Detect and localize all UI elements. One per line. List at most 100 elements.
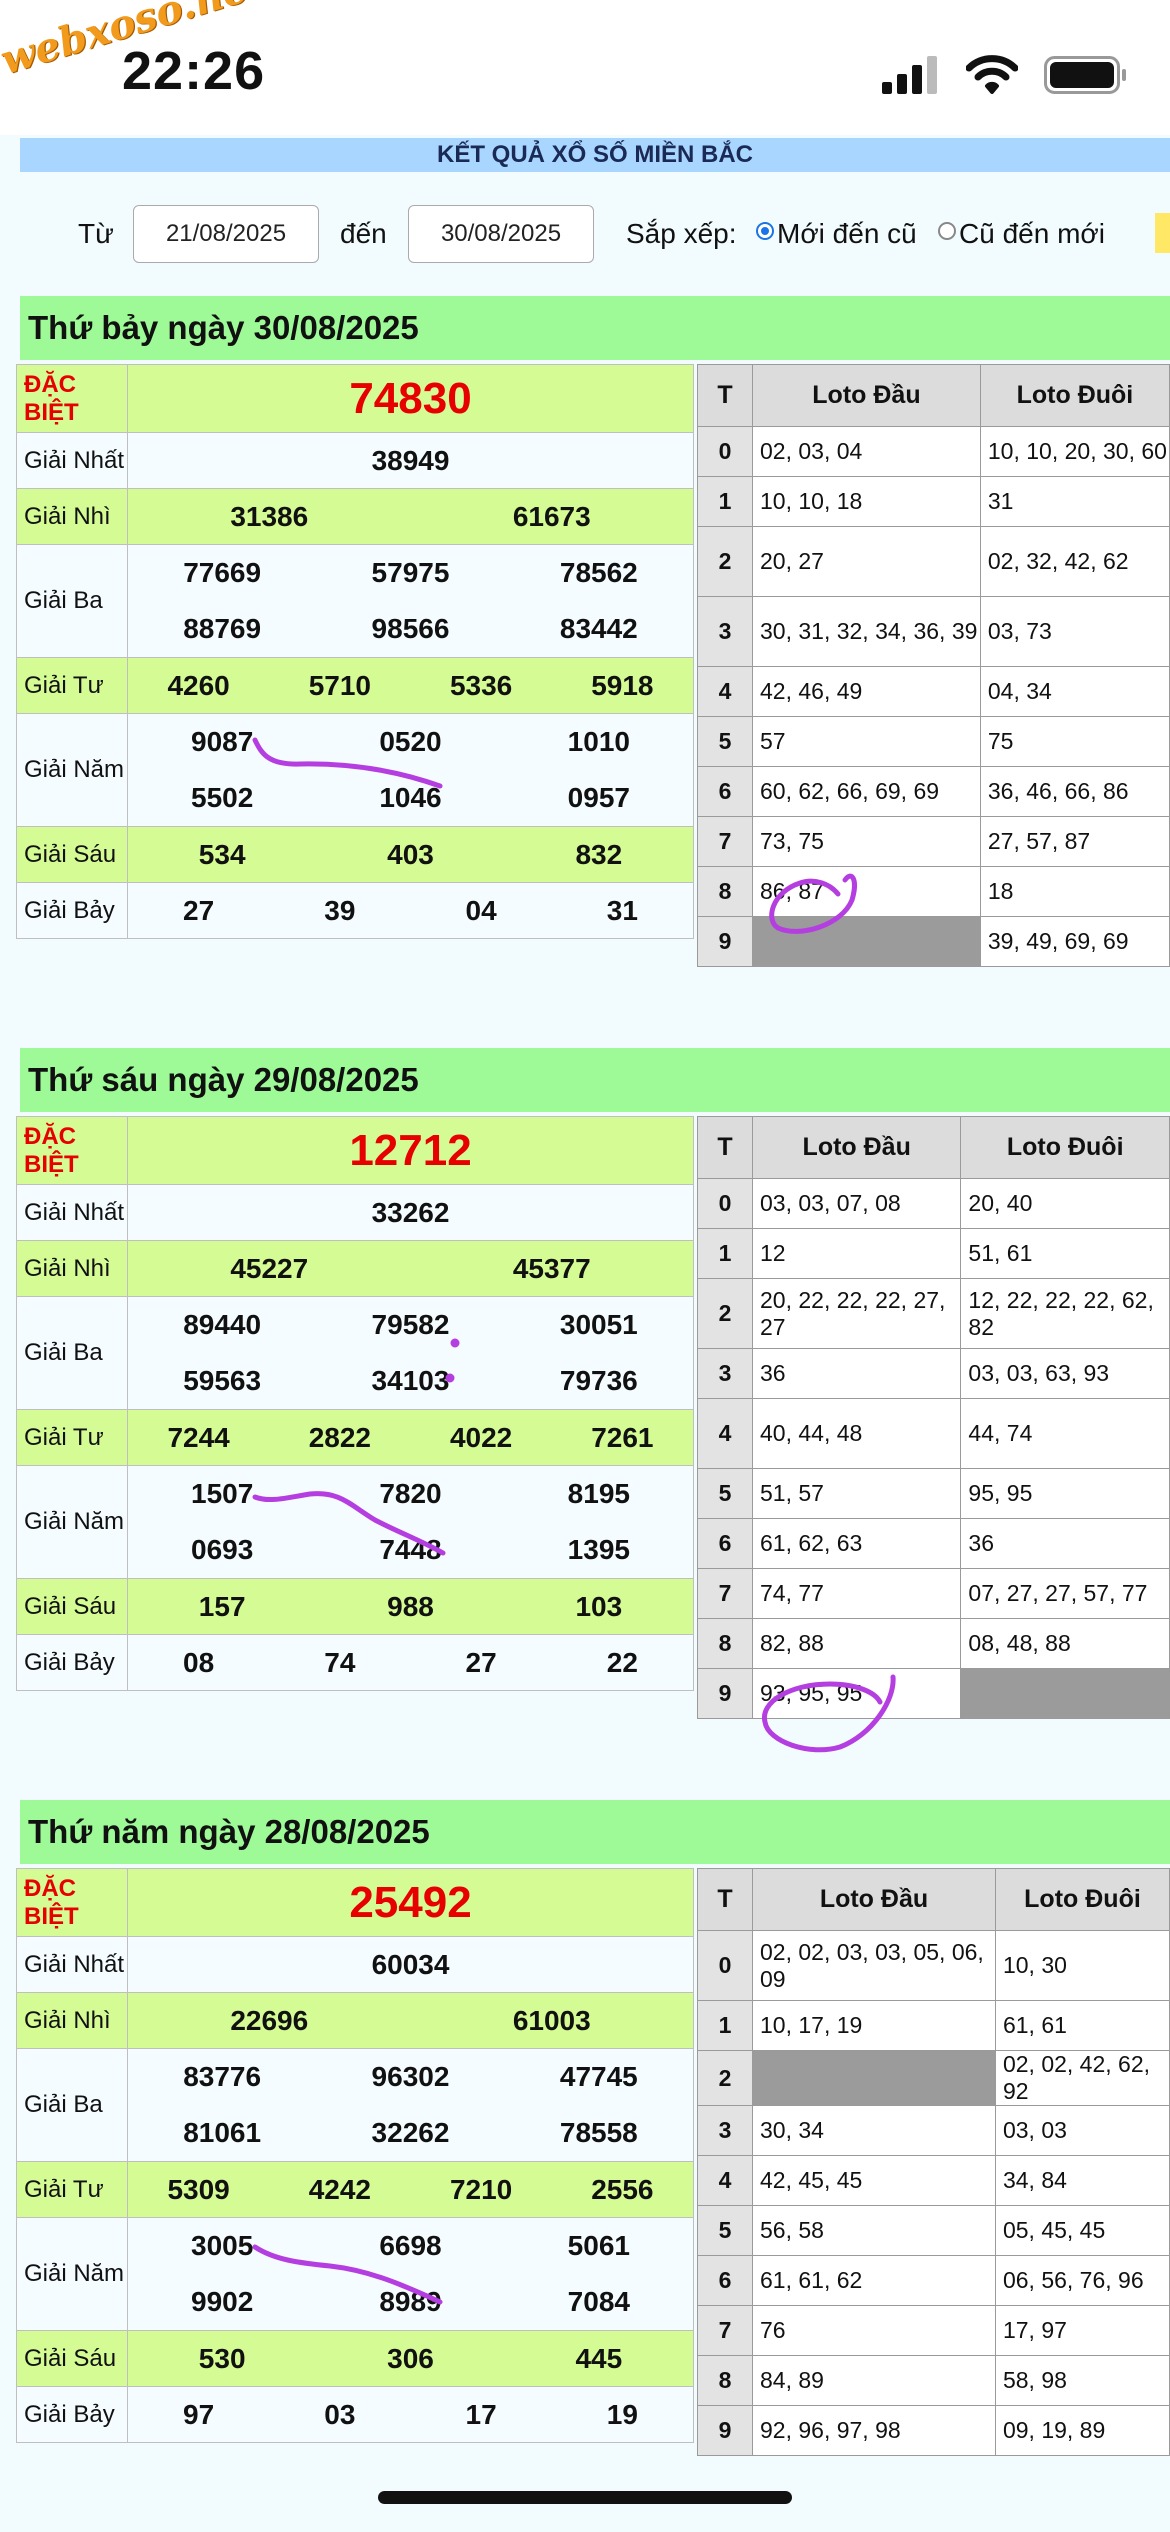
col-dau-header: Loto Đầu <box>752 364 981 427</box>
loto-dau-cell: 61, 62, 63 <box>751 1518 962 1569</box>
status-bar: webxoso.net 22:26 <box>0 0 1170 135</box>
fifth-prize-label: Giải Năm <box>16 2217 128 2331</box>
loto-digit: 0 <box>697 1930 753 2001</box>
loto-duoi-cell: 03, 73 <box>979 596 1170 667</box>
seventh-prize-numbers: 08 74 27 22 <box>183 1646 638 1678</box>
loto-duoi-cell: 07, 27, 27, 57, 77 <box>960 1568 1170 1619</box>
second-prize-numbers: 22696 61003 <box>230 2004 591 2036</box>
loto-duoi-cell: 08, 48, 88 <box>960 1618 1170 1669</box>
side-tab[interactable] <box>1155 213 1170 253</box>
loto-digit: 8 <box>697 866 753 917</box>
first-prize-number: 38949 <box>127 432 694 489</box>
third-prize-numbers: 89440 79582 30051 <box>183 1309 638 1340</box>
loto-dau-cell: 10, 17, 19 <box>752 2000 996 2051</box>
sixth-prize-numbers: 530 306 445 <box>198 2342 623 2374</box>
sort-oldest-label[interactable]: Cũ đến mới <box>959 218 1105 250</box>
loto-duoi-cell: 02, 32, 42, 62 <box>979 526 1170 597</box>
loto-dau-cell: 82, 88 <box>751 1618 962 1669</box>
loto-digit: 3 <box>697 1348 753 1399</box>
sixth-prize-label: Giải Sáu <box>16 1578 128 1635</box>
fourth-prize-numbers: 5309 4242 7210 2556 <box>167 2173 654 2205</box>
loto-dau-cell: 61, 61, 62 <box>752 2255 996 2306</box>
filter-bar: Từ đến Sắp xếp: Mới đến cũ Cũ đến mới <box>0 200 1170 268</box>
prize-table: ĐẶC BIỆT 25492 Giải Nhất 60034 Giải Nhì 2… <box>16 1868 694 2443</box>
col-duoi-header: Loto Đuôi <box>979 364 1170 427</box>
loto-duoi-cell: 39, 49, 69, 69 <box>979 916 1170 967</box>
fourth-prize-numbers: 7244 2822 4022 7261 <box>167 1421 654 1453</box>
loto-digit: 7 <box>697 816 753 867</box>
from-label: Từ <box>78 218 114 249</box>
loto-digit: 9 <box>697 916 753 967</box>
loto-dau-cell: 36 <box>751 1348 962 1399</box>
fifth-prize-numbers: 3005 6698 5061 <box>191 2230 630 2261</box>
special-prize-label: ĐẶC BIỆT <box>16 364 128 433</box>
home-indicator[interactable] <box>378 2491 792 2504</box>
loto-digit: 4 <box>697 666 753 717</box>
loto-dau-cell: 02, 02, 03, 03, 05, 06, 09 <box>752 1930 996 2001</box>
third-prize-numbers: 77669 57975 78562 <box>183 557 638 588</box>
loto-dau-cell: 76 <box>752 2305 996 2356</box>
loto-digit: 5 <box>697 2205 753 2256</box>
loto-dau-cell: 20, 22, 22, 22, 27, 27 <box>751 1278 962 1349</box>
loto-digit: 2 <box>697 526 753 597</box>
loto-dau-cell: 02, 03, 04 <box>752 426 981 477</box>
fifth-prize-numbers: 9087 0520 1010 <box>191 726 630 757</box>
sixth-prize-label: Giải Sáu <box>16 826 128 883</box>
loto-duoi-cell: 20, 40 <box>960 1178 1170 1229</box>
loto-dau-cell: 92, 96, 97, 98 <box>752 2405 996 2456</box>
col-dau-header: Loto Đầu <box>752 1868 996 1931</box>
loto-digit: 0 <box>697 426 753 477</box>
second-prize-label: Giải Nhì <box>16 488 128 545</box>
day-header: Thứ năm ngày 28/08/2025 <box>20 1800 1170 1864</box>
fifth-prize-label: Giải Năm <box>16 1465 128 1579</box>
loto-duoi-cell: 17, 97 <box>994 2305 1170 2356</box>
loto-digit: 3 <box>697 2105 753 2156</box>
loto-table: T Loto Đầu Loto Đuôi 0 02, 02, 03, 03, 05, … <box>697 1868 1170 2456</box>
loto-duoi-cell <box>960 1668 1170 1719</box>
loto-digit: 8 <box>697 2355 753 2406</box>
loto-duoi-cell: 31 <box>979 476 1170 527</box>
first-prize-number: 60034 <box>127 1936 694 1993</box>
loto-dau-cell: 30, 34 <box>752 2105 996 2156</box>
sort-newest-radio[interactable] <box>756 222 774 240</box>
loto-duoi-cell: 10, 10, 20, 30, 60 <box>979 426 1170 477</box>
sort-newest-label[interactable]: Mới đến cũ <box>777 218 917 250</box>
fifth-prize-numbers: 0693 7448 1395 <box>191 1534 630 1565</box>
first-prize-label: Giải Nhất <box>16 1184 128 1241</box>
third-prize-numbers: 59563 34103 79736 <box>183 1365 638 1396</box>
loto-digit: 9 <box>697 1668 753 1719</box>
col-duoi-header: Loto Đuôi <box>960 1116 1170 1179</box>
cellular-signal-icon <box>882 56 937 94</box>
loto-dau-cell: 86, 87 <box>752 866 981 917</box>
loto-duoi-cell: 44, 74 <box>960 1398 1170 1469</box>
fourth-prize-label: Giải Tư <box>16 657 128 714</box>
to-date-input[interactable] <box>408 205 594 263</box>
loto-duoi-cell: 18 <box>979 866 1170 917</box>
loto-duoi-cell: 03, 03, 63, 93 <box>960 1348 1170 1399</box>
loto-digit: 5 <box>697 716 753 767</box>
fourth-prize-label: Giải Tư <box>16 2161 128 2218</box>
loto-dau-cell: 57 <box>752 716 981 767</box>
first-prize-label: Giải Nhất <box>16 432 128 489</box>
loto-dau-cell: 56, 58 <box>752 2205 996 2256</box>
sort-oldest-radio[interactable] <box>938 222 956 240</box>
loto-digit: 4 <box>697 2155 753 2206</box>
seventh-prize-label: Giải Bảy <box>16 1634 128 1691</box>
seventh-prize-numbers: 97 03 17 19 <box>183 2398 638 2430</box>
loto-duoi-cell: 06, 56, 76, 96 <box>994 2255 1170 2306</box>
page-banner: KẾT QUẢ XỔ SỐ MIỀN BẮC <box>20 138 1170 172</box>
loto-digit: 1 <box>697 2000 753 2051</box>
col-duoi-header: Loto Đuôi <box>994 1868 1170 1931</box>
prize-table: ĐẶC BIỆT 12712 Giải Nhất 33262 Giải Nhì 4… <box>16 1116 694 1691</box>
loto-duoi-cell: 34, 84 <box>994 2155 1170 2206</box>
third-prize-label: Giải Ba <box>16 2048 128 2162</box>
loto-digit: 2 <box>697 2050 753 2106</box>
from-date-input[interactable] <box>133 205 319 263</box>
loto-dau-cell <box>752 916 981 967</box>
fourth-prize-numbers: 4260 5710 5336 5918 <box>167 669 654 701</box>
battery-icon <box>1044 56 1126 94</box>
sixth-prize-label: Giải Sáu <box>16 2330 128 2387</box>
loto-digit: 6 <box>697 2255 753 2306</box>
loto-dau-cell: 93, 95, 95 <box>751 1668 962 1719</box>
third-prize-label: Giải Ba <box>16 1296 128 1410</box>
